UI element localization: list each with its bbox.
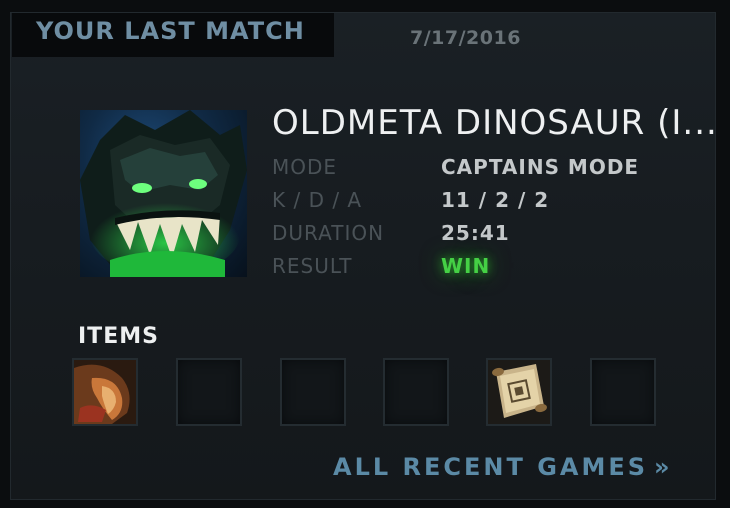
match-date: 7/17/2016 xyxy=(410,27,521,49)
all-recent-games-label: ALL RECENT GAMES xyxy=(333,453,649,481)
hero-portrait[interactable] xyxy=(80,110,247,277)
stat-value-kda: 11 / 2 / 2 xyxy=(441,188,550,212)
hero-portrait-icon xyxy=(80,110,247,277)
stat-label-kda: K / D / A xyxy=(272,188,363,212)
item-slot-6[interactable] xyxy=(590,358,656,426)
double-chevron-right-icon: » xyxy=(654,453,670,481)
item-slot-1[interactable] xyxy=(72,358,138,426)
stat-value-duration: 25:41 xyxy=(441,221,510,245)
stat-label-duration: DURATION xyxy=(272,221,385,245)
item-slot-3[interactable] xyxy=(280,358,346,426)
player-name: OLDMETA DINOSAUR (I... xyxy=(272,103,718,143)
stat-value-result: WIN xyxy=(441,254,491,278)
stat-value-mode: CAPTAINS MODE xyxy=(441,155,640,179)
boots-item-icon xyxy=(74,360,136,424)
all-recent-games-link[interactable]: ALL RECENT GAMES» xyxy=(333,453,670,481)
item-slot-4[interactable] xyxy=(383,358,449,426)
items-title: ITEMS xyxy=(78,324,159,349)
panel-title: YOUR LAST MATCH xyxy=(36,17,305,45)
stat-label-result: RESULT xyxy=(272,254,353,278)
item-slot-2[interactable] xyxy=(176,358,242,426)
scroll-item-icon xyxy=(488,360,550,424)
stat-label-mode: MODE xyxy=(272,155,338,179)
item-slot-5[interactable] xyxy=(486,358,552,426)
